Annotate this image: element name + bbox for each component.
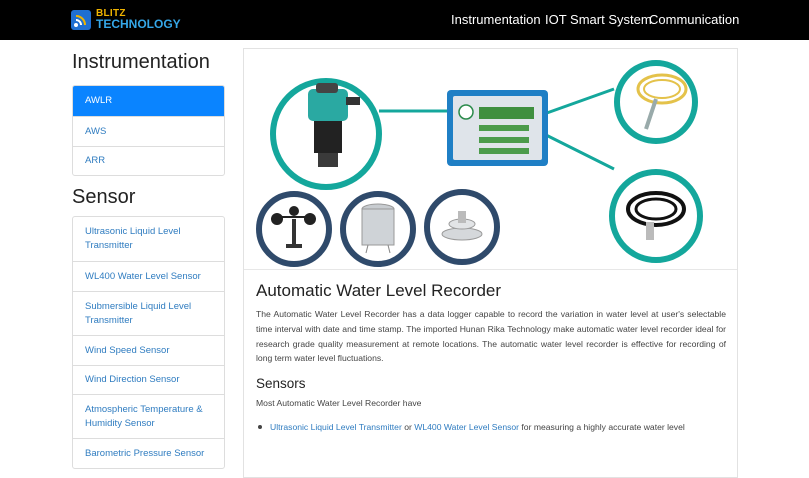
bullet-or-text: or xyxy=(404,422,412,432)
instrumentation-heading: Instrumentation xyxy=(72,51,210,73)
radiation-shield-image xyxy=(424,189,500,265)
sensors-heading: Sensors xyxy=(256,376,306,391)
nav-communication[interactable]: Communication xyxy=(649,12,739,28)
sensor-bullet-item: Ultrasonic Liquid Level Transmitter or W… xyxy=(258,420,720,435)
wifi-logo-icon xyxy=(71,10,91,30)
wl400-link[interactable]: WL400 Water Level Sensor xyxy=(414,422,519,432)
top-navbar: BLITZ TECHNOLOGY Instrumentation IOT Sma… xyxy=(0,0,809,40)
rain-gauge-image xyxy=(340,191,416,267)
bullet-rest-text: for measuring a highly accurate water le… xyxy=(521,422,685,432)
main-content: Automatic Water Level Recorder The Autom… xyxy=(243,48,738,478)
anemometer-image xyxy=(256,191,332,267)
nav-iot-smart-system[interactable]: IOT Smart System xyxy=(545,12,652,28)
sensor-list: Ultrasonic Liquid Level Transmitter WL40… xyxy=(72,216,225,469)
submersible-cable-sensor-image xyxy=(614,60,698,144)
sensors-intro: Most Automatic Water Level Recorder have xyxy=(256,398,422,408)
sidebar-item-barometric[interactable]: Barometric Pressure Sensor xyxy=(73,438,224,468)
sidebar-item-wl400[interactable]: WL400 Water Level Sensor xyxy=(73,261,224,291)
data-logger-image xyxy=(447,90,548,166)
ultrasonic-sensor-image xyxy=(270,78,382,190)
sidebar-item-wind-direction[interactable]: Wind Direction Sensor xyxy=(73,365,224,394)
brand-line2: TECHNOLOGY xyxy=(96,17,181,31)
sidebar-item-temp-humidity[interactable]: Atmospheric Temperature & Humidity Senso… xyxy=(73,394,224,438)
sensor-heading: Sensor xyxy=(72,186,136,208)
bullet-dot-icon xyxy=(258,425,262,429)
sidebar-item-aws[interactable]: AWS xyxy=(73,116,224,146)
sidebar-item-ultrasonic[interactable]: Ultrasonic Liquid Level Transmitter xyxy=(73,217,224,261)
nav-instrumentation[interactable]: Instrumentation xyxy=(451,12,541,28)
page-title: Automatic Water Level Recorder xyxy=(256,281,502,300)
sidebar-item-arr[interactable]: ARR xyxy=(73,146,224,175)
awlr-system-diagram xyxy=(244,60,737,270)
description-paragraph: The Automatic Water Level Recorder has a… xyxy=(256,309,726,364)
instrumentation-list: AWLR AWS ARR xyxy=(72,85,225,176)
sidebar-item-submersible[interactable]: Submersible Liquid Level Transmitter xyxy=(73,291,224,335)
sidebar-item-awlr[interactable]: AWLR xyxy=(73,86,224,116)
ultrasonic-link[interactable]: Ultrasonic Liquid Level Transmitter xyxy=(270,422,402,432)
sidebar-item-wind-speed[interactable]: Wind Speed Sensor xyxy=(73,335,224,365)
black-cable-sensor-image xyxy=(609,169,703,263)
